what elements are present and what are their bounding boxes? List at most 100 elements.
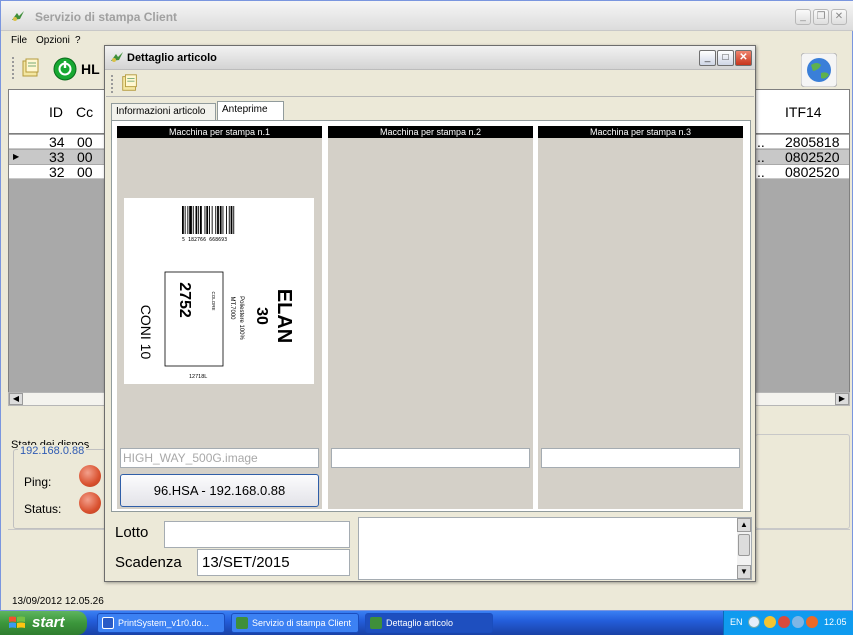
notes-scroll-thumb[interactable]	[738, 534, 750, 556]
cell-itf14: 0802520	[785, 149, 840, 165]
taskbar-item-servizio-di-stampa[interactable]: Servizio di stampa Client	[231, 613, 359, 633]
article-detail-dialog: Dettaglio articolo _ □ ✕ Informazioni ar…	[104, 45, 756, 582]
label-lot: 12718L	[189, 374, 207, 380]
cell-id: 34	[49, 134, 65, 150]
dialog-toolbar	[106, 71, 754, 97]
scroll-up-icon[interactable]: ▲	[737, 518, 751, 532]
cell-code: 00	[77, 164, 93, 180]
status-led	[79, 492, 101, 514]
taskbar-item-printsystem[interactable]: PrintSystem_v1r0.do...	[97, 613, 225, 633]
toolbar-partial-label: HL	[81, 61, 100, 77]
windows-taskbar: start PrintSystem_v1r0.do... Servizio di…	[0, 611, 853, 635]
main-window-title: Servizio di stampa Client	[35, 10, 178, 24]
power-icon[interactable]	[53, 57, 77, 81]
security-shield-icon[interactable]	[764, 616, 776, 628]
taskbar-item-dettaglio-articolo[interactable]: Dettaglio articolo	[365, 613, 493, 633]
machine-preview-3: Macchina per stampa n.3	[538, 126, 743, 509]
system-tray: EN 12.05	[723, 611, 853, 635]
color-box	[164, 271, 224, 367]
barcode-number: 5 182766 668693	[182, 237, 227, 243]
antivirus-icon[interactable]	[778, 616, 790, 628]
ping-label: Ping:	[24, 475, 52, 489]
menu-opzioni[interactable]: Opzioni	[36, 35, 70, 46]
clock[interactable]: 12.05	[824, 617, 847, 627]
label-brand-number: 30	[253, 307, 270, 325]
barcode-image	[182, 206, 235, 234]
image-name-field[interactable]: HIGH_WAY_500G.image	[120, 448, 319, 468]
image-name-field[interactable]	[541, 448, 740, 468]
machine-header: Macchina per stampa n.1	[117, 126, 322, 138]
start-label: start	[32, 614, 65, 631]
tray-expand-icon[interactable]	[748, 616, 760, 628]
anteprime-tab-page: Macchina per stampa n.1 5 182766 668693 …	[111, 120, 751, 512]
device-group-box	[13, 449, 108, 529]
app-icon	[236, 617, 248, 629]
dialog-title-bar[interactable]: Dettaglio articolo _ □ ✕	[105, 46, 755, 70]
side-panel	[755, 434, 850, 529]
network-icon[interactable]	[792, 616, 804, 628]
scroll-right-icon[interactable]: ▶	[835, 393, 849, 405]
toolbar-document-icon[interactable]	[19, 57, 43, 79]
label-brand: ELAN	[273, 289, 295, 343]
cell-itf14: 0802520	[785, 164, 840, 180]
device-ip-label: 192.168.0.88	[18, 445, 87, 457]
main-title-bar[interactable]: Servizio di stampa Client _ ❐ ✕	[1, 1, 853, 31]
label-preview-image: 5 182766 668693 ELAN 30 Poliestere 100% …	[124, 198, 314, 384]
dialog-maximize-button[interactable]: □	[717, 50, 734, 66]
column-header-itf14[interactable]: ITF14	[785, 104, 822, 120]
label-coni: CONI 10	[138, 305, 154, 360]
status-bar-timestamp: 13/09/2012 12.05.26	[12, 596, 104, 607]
cell-id: 32	[49, 164, 65, 180]
machine-header: Macchina per stampa n.2	[328, 126, 533, 138]
menu-help[interactable]: ?	[75, 35, 81, 46]
scroll-left-icon[interactable]: ◀	[9, 393, 23, 405]
image-name-field[interactable]	[331, 448, 530, 468]
taskbar-item-label: Dettaglio articolo	[386, 618, 454, 628]
dialog-document-icon[interactable]	[119, 73, 141, 93]
main-close-button[interactable]: ✕	[831, 9, 847, 25]
cell-ellipsis: ..	[757, 134, 765, 150]
machine-header: Macchina per stampa n.3	[538, 126, 743, 138]
status-label: Status:	[24, 502, 62, 516]
update-icon[interactable]	[806, 616, 818, 628]
label-length: MT.7000	[229, 296, 235, 320]
dialog-minimize-button[interactable]: _	[699, 50, 716, 66]
label-composition: Poliestere 100%	[238, 296, 244, 340]
row-selector-arrow-icon: ▶	[13, 152, 20, 161]
cell-ellipsis: ..	[757, 149, 765, 165]
cell-code: 00	[77, 149, 93, 165]
cell-itf14: 2805818	[785, 134, 840, 150]
main-minimize-button[interactable]: _	[795, 9, 811, 25]
dialog-toolbar-grip	[111, 75, 114, 93]
menu-file[interactable]: File	[11, 35, 27, 46]
toolbar-grip	[12, 57, 15, 79]
language-indicator[interactable]: EN	[730, 617, 743, 627]
lotto-input[interactable]	[164, 521, 350, 548]
main-maximize-button[interactable]: ❐	[813, 9, 829, 25]
label-color-code: 2752	[176, 282, 193, 318]
machine-preview-1: Macchina per stampa n.1 5 182766 668693 …	[117, 126, 322, 509]
app-icon	[370, 617, 382, 629]
cell-code: 00	[77, 134, 93, 150]
scadenza-input[interactable]: 13/SET/2015	[197, 549, 350, 576]
tab-anteprime[interactable]: Anteprime	[217, 101, 284, 121]
app-icon	[12, 11, 24, 21]
ping-status-led	[79, 465, 101, 487]
dialog-close-button[interactable]: ✕	[735, 50, 752, 66]
tab-informazioni-articolo[interactable]: Informazioni articolo	[111, 103, 216, 120]
cell-id: 33	[49, 149, 65, 165]
dialog-app-icon	[111, 52, 123, 62]
start-button[interactable]: start	[0, 611, 87, 635]
machine-preview-2: Macchina per stampa n.2	[328, 126, 533, 509]
scadenza-label: Scadenza	[115, 554, 182, 571]
scroll-down-icon[interactable]: ▼	[737, 565, 751, 579]
globe-icon[interactable]	[801, 53, 837, 87]
label-color-title: COLORE	[211, 291, 216, 310]
taskbar-item-label: Servizio di stampa Client	[252, 618, 352, 628]
column-header-code[interactable]: Cc	[76, 104, 93, 120]
column-header-id[interactable]: ID	[49, 104, 63, 120]
machine-device-button[interactable]: 96.HSA - 192.168.0.88	[120, 474, 319, 507]
label-preview-drawing: 5 182766 668693 ELAN 30 Poliestere 100% …	[138, 206, 295, 380]
notes-textarea[interactable]: ▲ ▼	[358, 517, 752, 580]
lotto-label: Lotto	[115, 524, 149, 541]
